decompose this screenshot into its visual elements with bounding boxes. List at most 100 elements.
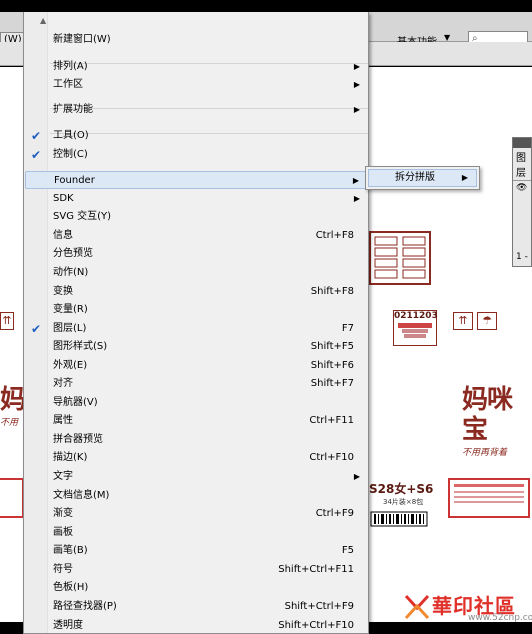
brand-logo-right: 妈咪宝 不用再背着 [462,385,532,458]
watermark: 華印社區 www.52cnp.com [400,590,532,624]
menu-item-label: 图形样式(S) [53,341,108,352]
menu-item-shortcut: Ctrl+F9 [315,508,354,519]
screen: (W) 基本功能 ▼ ⌕ 基本 [0,0,532,634]
code-band [402,329,428,333]
menu-item-label: 路径查找器(P) [53,601,117,612]
checkmark-icon: ✔ [31,148,42,162]
menu-item[interactable]: 对齐 Shift+F7 [25,375,368,393]
menu-item-label: 分色预览 [53,248,93,259]
info-label-box [448,478,530,518]
menu-item[interactable]: 文字 ▶ [25,468,368,486]
menu-item[interactable]: 透明度 Shift+Ctrl+F10 [25,617,368,634]
product-code-box: 0211203 [393,310,438,346]
menu-item-label: 拼合器预览 [53,434,103,445]
menu-item[interactable]: 变量(R) [25,301,368,319]
menu-item-label: 变量(R) [53,304,88,315]
menu-item[interactable]: 变换 Shift+F8 [25,283,368,301]
info-label-box-left [0,478,24,518]
menu-item-shortcut: Shift+Ctrl+F9 [284,601,354,612]
menu-item-label: 色板(H) [53,582,89,593]
menu-item-label: 排列(A) [53,61,88,72]
menu-item-shortcut: Shift+F7 [310,378,354,389]
product-size-text: S28女+S6 [369,482,434,496]
menu-item-label: 工作区 [53,79,83,90]
menu-item-label: 画板 [53,527,73,538]
watermark-url: www.52cnp.com [468,613,532,623]
menu-item-label: 控制(C) [53,149,88,160]
menu-item-label: 新建窗口(W) [53,34,111,45]
menu-item[interactable]: 扩展功能 ▶ [25,101,368,119]
menu-item[interactable]: SVG 交互(Y) [25,208,368,226]
eye-icon[interactable]: 👁 [513,181,531,195]
menu-item[interactable]: SDK ▶ [25,190,368,208]
menu-item-label: 工具(O) [53,130,89,141]
menu-item[interactable]: 画板 [25,524,368,542]
submenu-arrow-icon: ▶ [353,472,360,481]
watermark-logo-icon [404,594,430,620]
menu-item-shortcut: F7 [341,323,354,334]
menu-item[interactable]: 排列(A) ▶ [25,58,368,76]
menu-item-shortcut: Ctrl+F8 [315,230,354,241]
brand-logo-text: 妈咪宝 [462,385,513,445]
menu-item[interactable]: 导航器(V) [25,394,368,412]
menu-item[interactable]: 图形样式(S) Shift+F5 [25,338,368,356]
founder-submenu: 拆分拼版 ▶ [365,166,480,190]
menu-item[interactable]: 渐变 Ctrl+F9 [25,505,368,523]
menu-item[interactable]: ✔ 控制(C) [25,146,368,164]
menu-item[interactable]: 外观(E) Shift+F6 [25,357,368,375]
menu-item-label: 拆分拼版 [395,172,435,183]
menu-item-split-imposition[interactable]: 拆分拼版 ▶ [368,169,477,187]
menu-item[interactable]: 拼合器预览 [25,431,368,449]
menu-item-label: 图层(L) [53,323,87,334]
layers-panel[interactable]: 图层 👁 1 - [512,137,532,267]
menu-item[interactable]: 工作区 ▶ [25,76,368,94]
panel-header[interactable] [513,138,531,148]
submenu-arrow-icon: ▶ [461,173,468,182]
menu-item-label: 外观(E) [53,360,88,371]
code-band [404,334,426,338]
info-line [454,496,524,498]
info-line [454,491,524,493]
menu-item[interactable]: 描边(K) Ctrl+F10 [25,449,368,467]
menu-item[interactable]: 新建窗口(W) [25,31,368,49]
menu-item-label: 动作(N) [53,267,89,278]
menu-item-label: SDK [53,193,74,204]
info-line [454,501,524,503]
window-menu: ▲ 新建窗口(W) 排列(A) ▶ 工作区 ▶ 扩展功能 ▶ ✔ 工具(O) ✔ 控制(C) Foun… [23,12,369,634]
scroll-up-icon[interactable]: ▲ [40,16,46,25]
menu-item-label: SVG 交互(Y) [53,211,112,222]
menu-item-shortcut: Shift+Ctrl+F11 [278,564,354,575]
submenu-arrow-icon: ▶ [353,194,360,203]
tab-layers[interactable]: 图层 [513,148,531,181]
brand-logo-left: 妈 不用 [0,385,24,435]
menu-item-label: 文字 [53,471,73,482]
layer-count: 1 - [516,252,528,262]
menu-item-label: 画笔(B) [53,545,88,556]
carton-grid-icon [374,236,426,279]
this-side-up-icon: ⇈ [453,312,473,330]
menu-item[interactable]: 动作(N) [25,264,368,282]
submenu-arrow-icon: ▶ [352,176,359,185]
checkmark-icon: ✔ [31,322,42,336]
menu-item[interactable]: 色板(H) [25,579,368,597]
menu-item[interactable]: 信息 Ctrl+F8 [25,227,368,245]
product-code: 0211203 [394,311,438,321]
menu-item-shortcut: Shift+F8 [310,286,354,297]
menu-item[interactable]: 分色预览 [25,245,368,263]
menu-item[interactable]: Founder ▶ [25,171,368,189]
menu-item[interactable]: 属性 Ctrl+F11 [25,412,368,430]
submenu-arrow-icon: ▶ [353,80,360,89]
menu-item-label: 透明度 [53,620,83,631]
menu-item[interactable]: 画笔(B) F5 [25,542,368,560]
menu-item[interactable]: 文档信息(M) [25,487,368,505]
chevron-down-icon[interactable]: ▼ [444,33,450,42]
menu-item-label: 属性 [53,415,73,426]
menu-item-label: 扩展功能 [53,104,93,115]
menu-item[interactable]: 路径查找器(P) Shift+Ctrl+F9 [25,598,368,616]
menu-item-label: 渐变 [53,508,73,519]
menu-item[interactable]: 符号 Shift+Ctrl+F11 [25,561,368,579]
brand-slogan: 不用再背着 [462,448,508,458]
menu-item[interactable]: ✔ 工具(O) [25,127,368,145]
carton-grid-artwork [369,231,431,285]
menu-item[interactable]: ✔ 图层(L) F7 [25,320,368,338]
